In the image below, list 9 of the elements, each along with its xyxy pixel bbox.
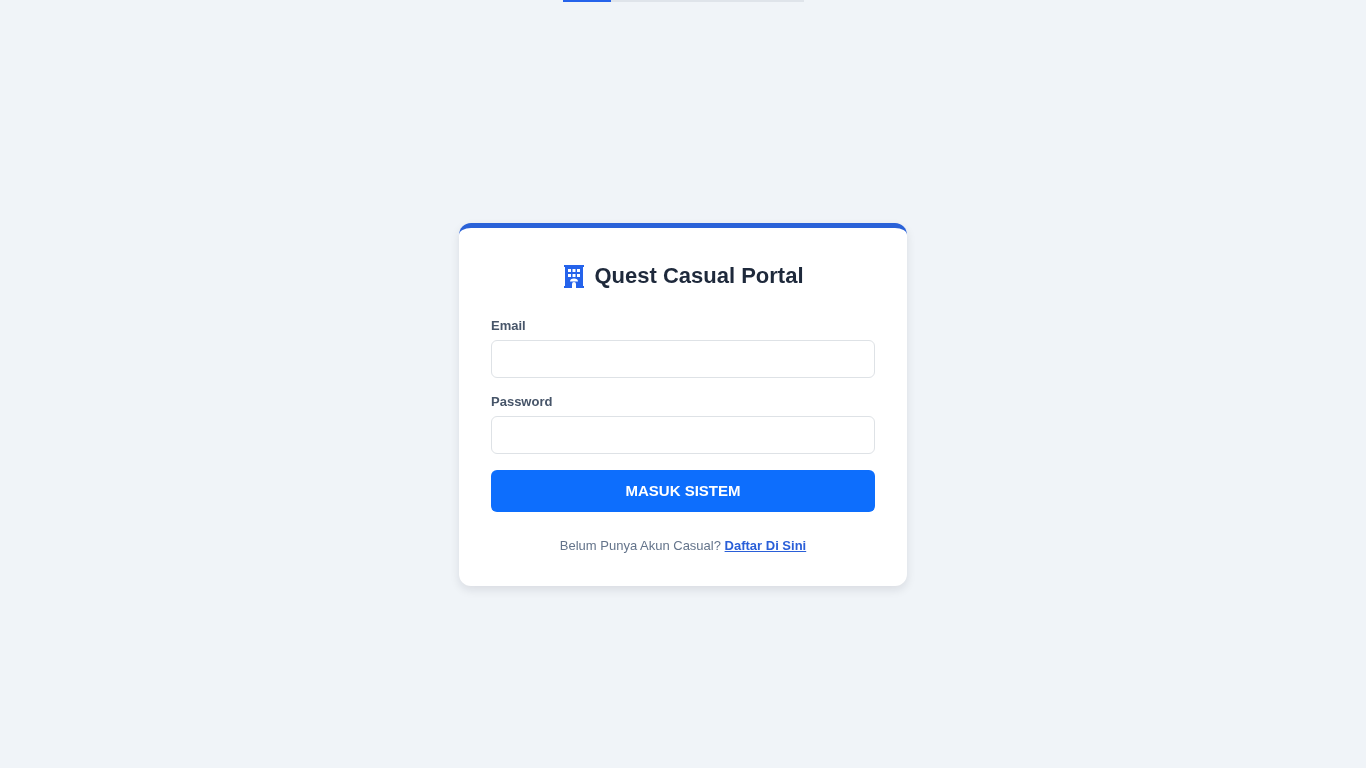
field-label: Password bbox=[491, 393, 553, 410]
portal-title: Quest Casual Portal bbox=[594, 261, 804, 290]
input-field[interactable] bbox=[491, 339, 875, 378]
input-field[interactable] bbox=[491, 415, 875, 454]
building-icon bbox=[562, 263, 587, 288]
register-link[interactable]: Daftar Di Sini bbox=[724, 537, 807, 553]
login-button[interactable]: MASUK SISTEM bbox=[491, 469, 875, 512]
register-prompt: Belum Punya Akun Casual? Daftar Di Sini bbox=[558, 537, 808, 554]
field-label: Email bbox=[491, 317, 526, 334]
